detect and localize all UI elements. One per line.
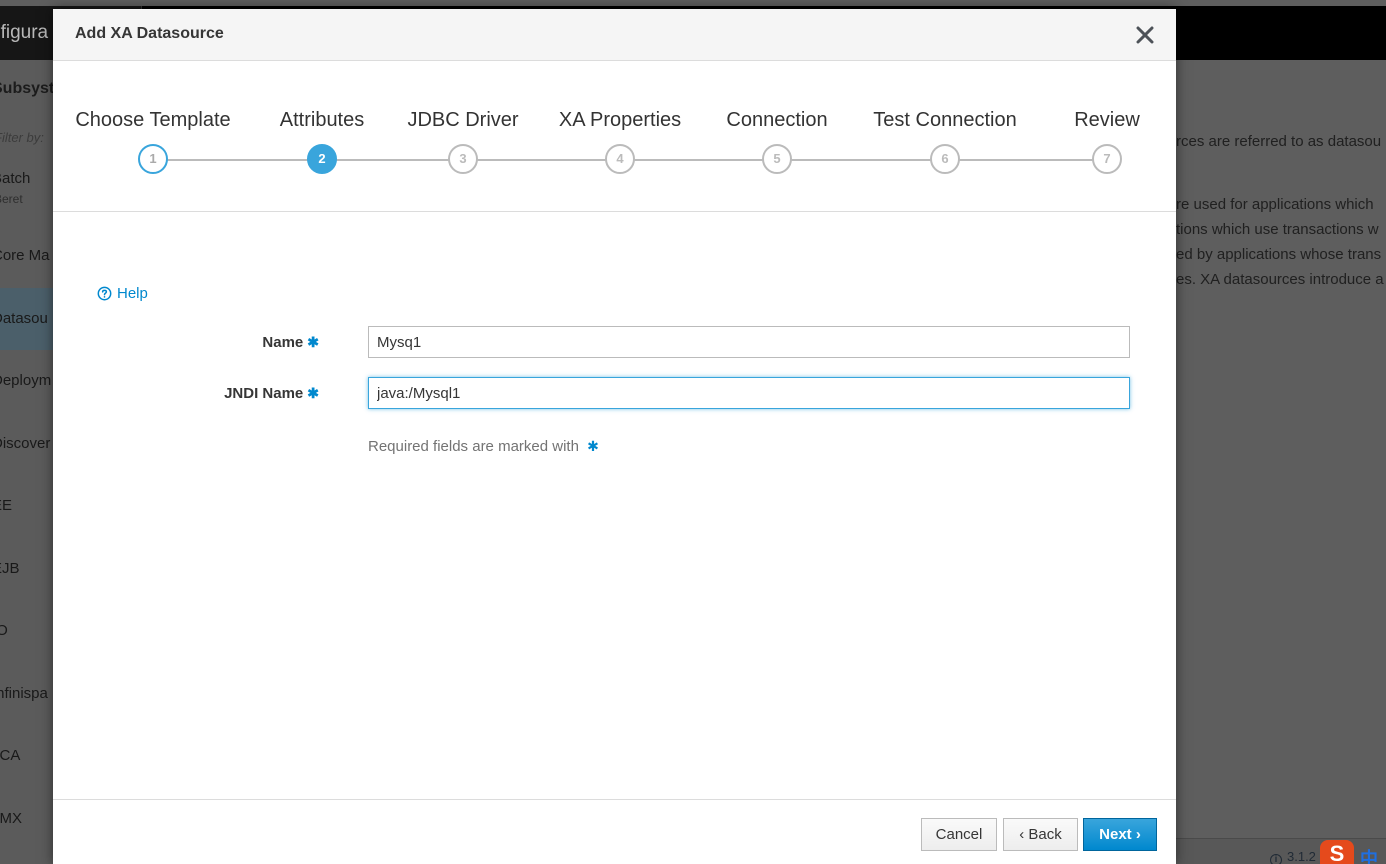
wizard-step-label: Attributes bbox=[279, 109, 365, 131]
sidebar-item-label: IO bbox=[0, 622, 8, 639]
sidebar-item-discovery[interactable]: Discover bbox=[0, 413, 54, 475]
sidebar-item-label: JCA bbox=[0, 747, 21, 764]
version-info[interactable]: i 3.1.2 bbox=[1270, 849, 1316, 864]
name-input[interactable] bbox=[368, 326, 1130, 358]
sidebar-item-label: Batch bbox=[0, 170, 31, 187]
wizard-step-label: Review bbox=[1074, 109, 1140, 131]
app-footer: i 3.1.2 bbox=[1176, 838, 1386, 864]
description-line: es. XA datasources introduce a bbox=[1176, 271, 1384, 288]
wizard-step-number: 6 bbox=[930, 144, 960, 174]
sidebar-item-label: EE bbox=[0, 497, 13, 514]
wizard-step-label: XA Properties bbox=[558, 109, 682, 131]
sidebar-item-infinispan[interactable]: Infinispa bbox=[0, 663, 54, 725]
name-label: Name ✱ bbox=[262, 334, 319, 351]
jndi-name-label-text: JNDI Name bbox=[224, 385, 304, 402]
chevron-right-icon: › bbox=[1135, 826, 1141, 843]
sidebar-item-ejb[interactable]: EJB bbox=[0, 538, 54, 600]
wizard-steps: Choose Template 1 Attributes 2 JDBC Driv… bbox=[53, 62, 1176, 212]
sidebar-title: Subsyst bbox=[0, 80, 55, 97]
jndi-name-label: JNDI Name ✱ bbox=[224, 385, 319, 402]
sidebar-item-label: Core Ma bbox=[0, 247, 50, 264]
required-asterisk-icon: ✱ bbox=[307, 334, 319, 350]
required-asterisk-icon: ✱ bbox=[307, 385, 319, 401]
wizard-step-label: Test Connection bbox=[873, 109, 1017, 131]
wizard-step-number: 4 bbox=[605, 144, 635, 174]
dialog-footer: Cancel ‹ Back Next › bbox=[53, 799, 1176, 864]
help-link[interactable]: Help bbox=[97, 285, 148, 302]
close-icon bbox=[1136, 26, 1154, 44]
description-line: re used for applications which bbox=[1176, 196, 1374, 213]
info-icon: i bbox=[1270, 854, 1282, 864]
question-circle-icon bbox=[97, 286, 112, 301]
wizard-step-number: 1 bbox=[138, 144, 168, 174]
jndi-name-input[interactable] bbox=[368, 377, 1130, 409]
wizard-step-label: Choose Template bbox=[75, 109, 231, 131]
datasources-description: rces are referred to as datasou re used … bbox=[1176, 60, 1386, 838]
chevron-left-icon: ‹ bbox=[1019, 826, 1025, 843]
required-fields-hint-text: Required fields are marked with bbox=[368, 438, 579, 455]
sidebar-item-label: Discover bbox=[0, 435, 51, 452]
description-line: rces are referred to as datasou bbox=[1176, 133, 1382, 150]
ime-sogou-icon[interactable]: S bbox=[1320, 840, 1354, 864]
close-button[interactable] bbox=[1133, 23, 1157, 47]
cancel-button[interactable]: Cancel bbox=[921, 818, 997, 851]
wizard-step-number: 3 bbox=[448, 144, 478, 174]
back-button[interactable]: ‹ Back bbox=[1003, 818, 1078, 851]
required-fields-hint: Required fields are marked with ✱ bbox=[368, 438, 599, 455]
cancel-button-label: Cancel bbox=[935, 826, 983, 843]
ime-chinese-mode-icon[interactable]: 中 bbox=[1360, 845, 1378, 864]
name-label-text: Name bbox=[262, 334, 304, 351]
description-line: ed by applications whose trans bbox=[1176, 246, 1382, 263]
wizard-step-label: JDBC Driver bbox=[407, 109, 519, 131]
dialog-header: Add XA Datasource bbox=[53, 9, 1176, 61]
sidebar-item-core-management[interactable]: Core Ma bbox=[0, 225, 54, 287]
subsystem-sidebar: Subsyst Filter by: Batch Beret Core Ma D… bbox=[0, 60, 54, 864]
sidebar-item-jmx[interactable]: JMX bbox=[0, 788, 54, 850]
help-label: Help bbox=[117, 285, 148, 302]
next-button-label: Next bbox=[1099, 826, 1132, 843]
sidebar-item-jca[interactable]: JCA bbox=[0, 725, 54, 787]
back-button-label: Back bbox=[1028, 826, 1062, 843]
sidebar-item-label: Deploym bbox=[0, 372, 52, 389]
sidebar-item-label: Datasou bbox=[0, 310, 48, 327]
add-xa-datasource-dialog: Add XA Datasource Choose Template 1 Attr… bbox=[53, 9, 1176, 864]
sidebar-item-label: Infinispa bbox=[0, 685, 48, 702]
sidebar-item-ee[interactable]: EE bbox=[0, 475, 54, 537]
wizard-step-label: Connection bbox=[726, 109, 828, 131]
sidebar-item-deployment[interactable]: Deploym bbox=[0, 350, 54, 412]
next-button[interactable]: Next › bbox=[1083, 818, 1157, 851]
dialog-title: Add XA Datasource bbox=[75, 25, 224, 42]
sidebar-item-label: JMX bbox=[0, 810, 22, 827]
required-asterisk-icon: ✱ bbox=[587, 438, 599, 454]
sidebar-filter-input[interactable]: Filter by: bbox=[0, 130, 44, 145]
wizard-step-number: 2 bbox=[307, 144, 337, 174]
sidebar-item-batch[interactable]: Batch Beret bbox=[0, 158, 54, 220]
wizard-step-number: 5 bbox=[762, 144, 792, 174]
sidebar-item-datasources[interactable]: Datasou bbox=[0, 288, 54, 350]
sidebar-item-sublabel: Beret bbox=[0, 192, 23, 206]
wizard-step-number: 7 bbox=[1092, 144, 1122, 174]
description-line: tions which use transactions w bbox=[1176, 221, 1379, 238]
sidebar-item-label: EJB bbox=[0, 560, 20, 577]
version-label: 3.1.2 bbox=[1287, 849, 1316, 864]
sidebar-item-io[interactable]: IO bbox=[0, 600, 54, 662]
nav-tab-label: nfigura bbox=[0, 22, 49, 43]
